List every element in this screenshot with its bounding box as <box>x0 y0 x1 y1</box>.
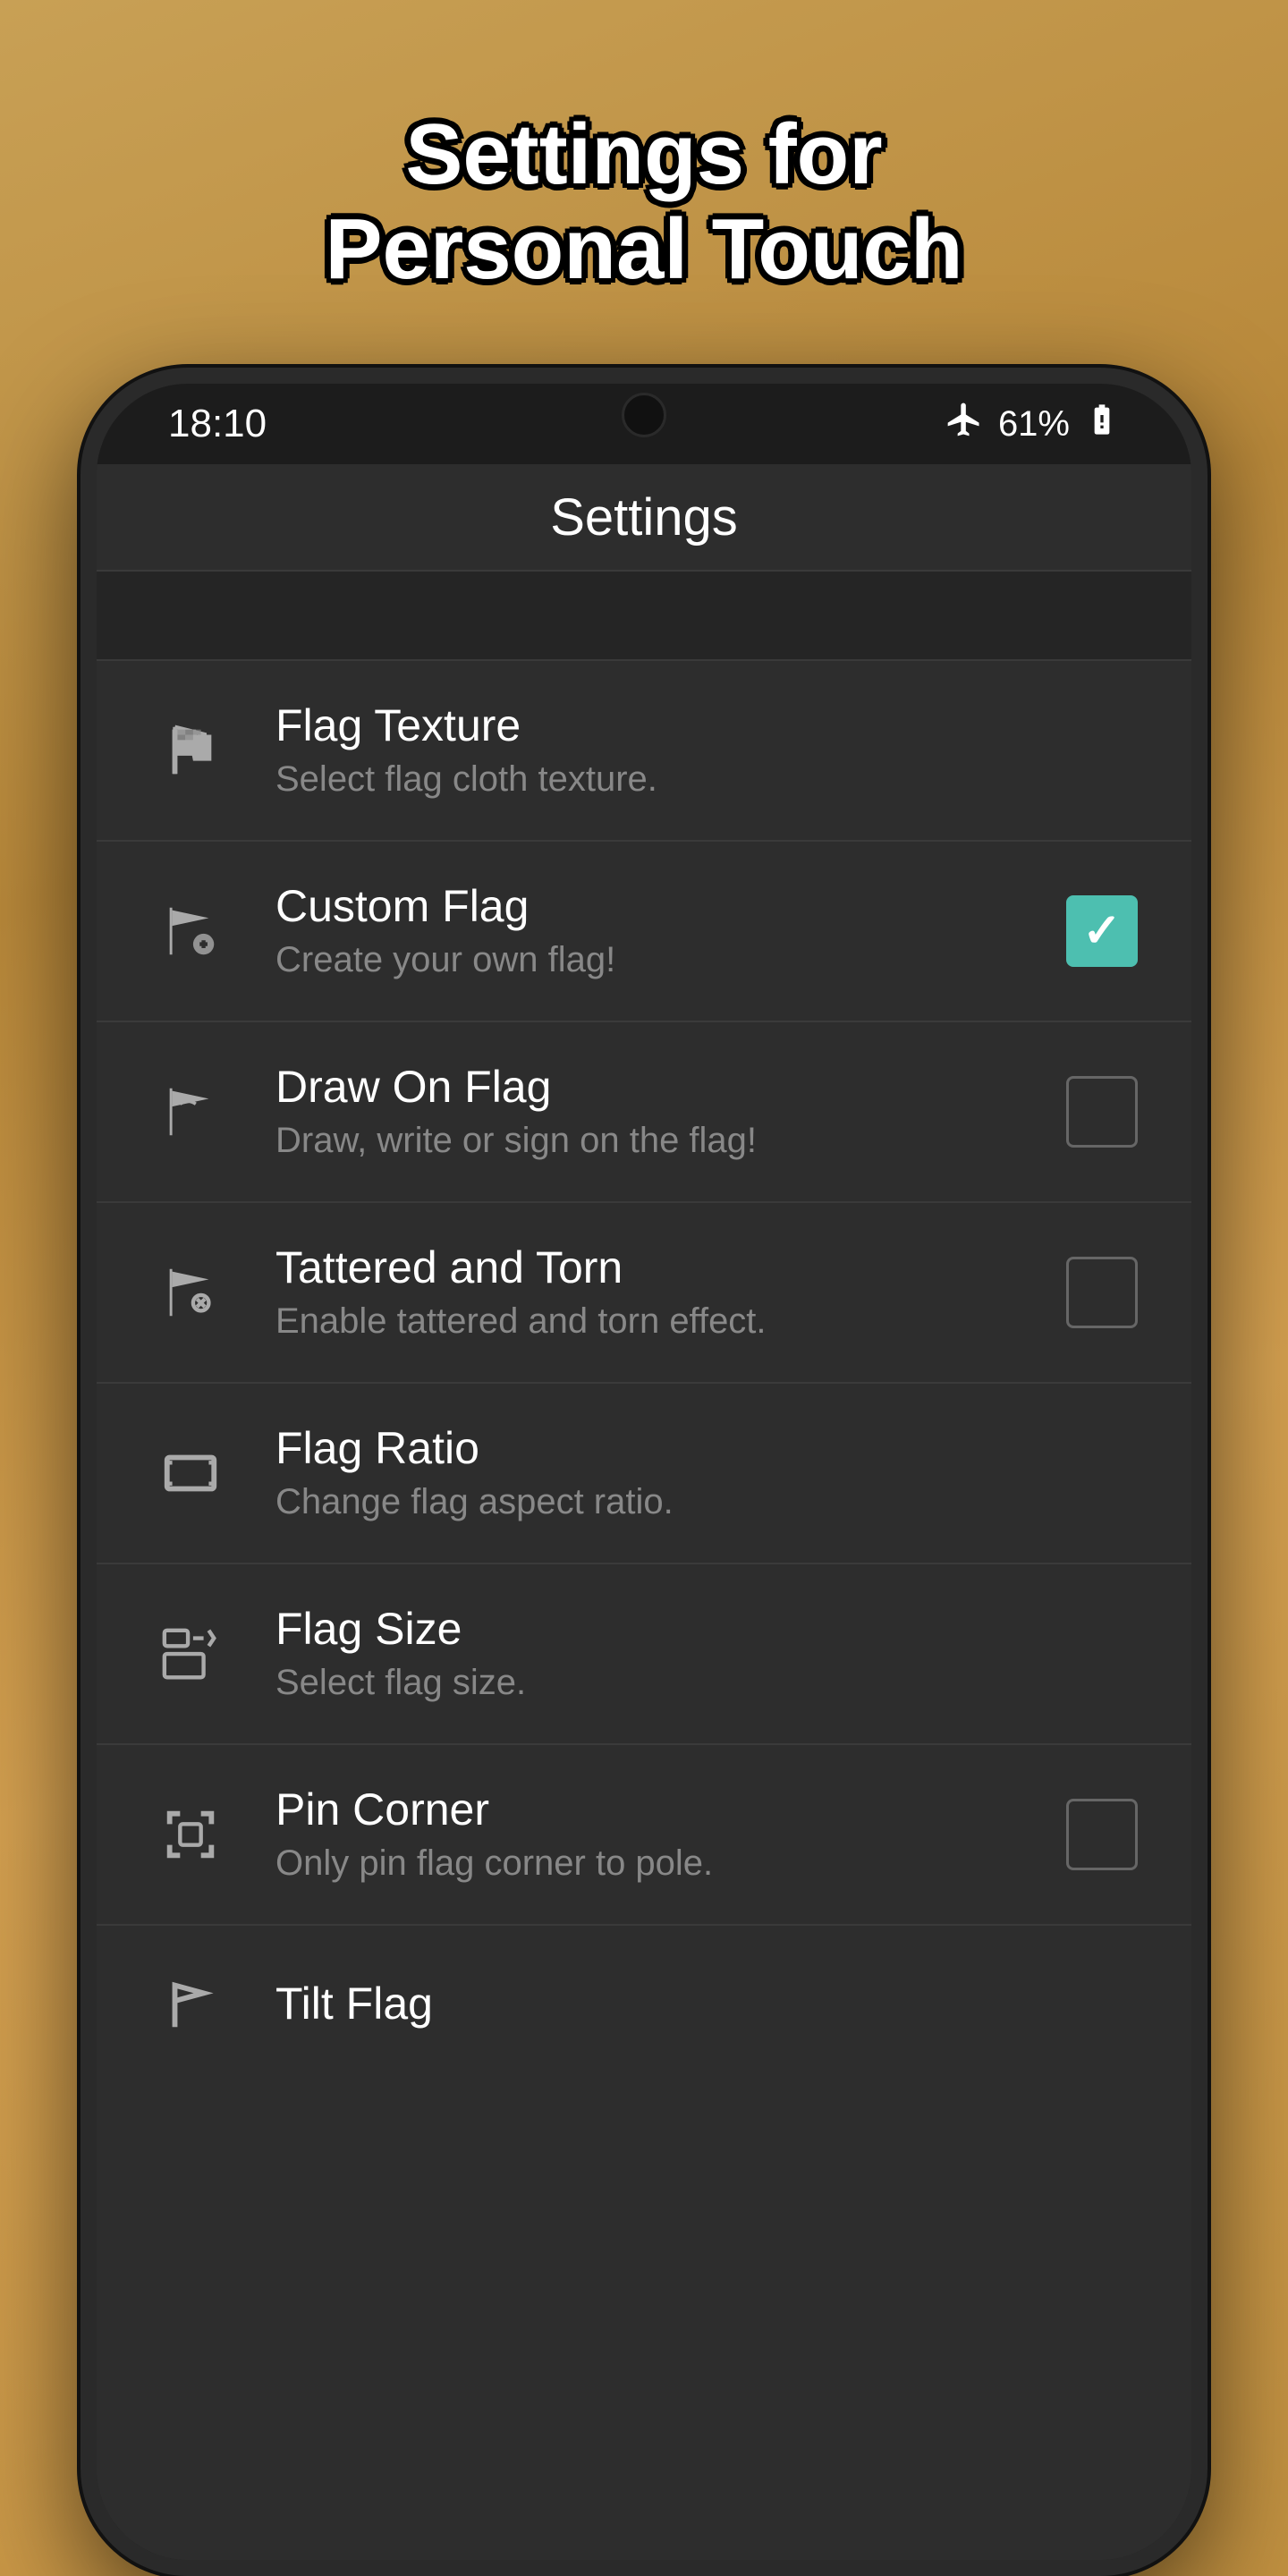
custom-flag-subtitle: Create your own flag! <box>275 936 1030 983</box>
flag-ratio-subtitle: Change flag aspect ratio. <box>275 1479 1138 1525</box>
status-right: 61% <box>945 400 1120 448</box>
custom-flag-checkbox[interactable] <box>1066 895 1138 967</box>
pin-corner-title: Pin Corner <box>275 1783 1030 1836</box>
battery-icon <box>1084 402 1120 446</box>
flag-ratio-text: Flag Ratio Change flag aspect ratio. <box>275 1421 1138 1525</box>
custom-flag-icon <box>150 891 231 971</box>
draw-on-flag-title: Draw On Flag <box>275 1060 1030 1114</box>
tilt-flag-icon <box>150 1963 231 2044</box>
pin-corner-subtitle: Only pin flag corner to pole. <box>275 1840 1030 1886</box>
flag-ratio-title: Flag Ratio <box>275 1421 1138 1475</box>
settings-item-custom-flag[interactable]: Custom Flag Create your own flag! <box>97 842 1191 1022</box>
flag-texture-title: Flag Texture <box>275 699 1138 752</box>
phone-frame: 18:10 61% Settings <box>80 368 1208 2576</box>
tattered-flag-icon <box>150 1252 231 1333</box>
settings-item-tilt-flag[interactable]: Tilt Flag <box>97 1926 1191 2081</box>
settings-section-spacer <box>97 572 1191 661</box>
flag-size-subtitle: Select flag size. <box>275 1659 1138 1706</box>
flag-texture-text: Flag Texture Select flag cloth texture. <box>275 699 1138 802</box>
draw-on-flag-subtitle: Draw, write or sign on the flag! <box>275 1117 1030 1164</box>
flag-size-title: Flag Size <box>275 1602 1138 1656</box>
app-bar: Settings <box>97 464 1191 572</box>
pin-corner-icon <box>150 1794 231 1875</box>
pin-corner-text: Pin Corner Only pin flag corner to pole. <box>275 1783 1030 1886</box>
headline-text: Settings for Personal Touch <box>253 107 1034 296</box>
flag-size-text: Flag Size Select flag size. <box>275 1602 1138 1706</box>
draw-flag-icon <box>150 1072 231 1152</box>
page-headline: Settings for Personal Touch <box>182 54 1106 296</box>
settings-item-flag-texture[interactable]: Flag Texture Select flag cloth texture. <box>97 661 1191 842</box>
settings-item-draw-on-flag[interactable]: Draw On Flag Draw, write or sign on the … <box>97 1022 1191 1203</box>
tattered-text: Tattered and Torn Enable tattered and to… <box>275 1241 1030 1344</box>
draw-on-flag-checkbox[interactable] <box>1066 1076 1138 1148</box>
draw-on-flag-text: Draw On Flag Draw, write or sign on the … <box>275 1060 1030 1164</box>
tattered-checkbox[interactable] <box>1066 1257 1138 1328</box>
tattered-subtitle: Enable tattered and torn effect. <box>275 1298 1030 1344</box>
app-bar-title: Settings <box>550 487 738 547</box>
settings-item-pin-corner[interactable]: Pin Corner Only pin flag corner to pole. <box>97 1745 1191 1926</box>
airplane-icon <box>945 400 984 448</box>
custom-flag-title: Custom Flag <box>275 879 1030 933</box>
settings-item-flag-size[interactable]: Flag Size Select flag size. <box>97 1564 1191 1745</box>
custom-flag-text: Custom Flag Create your own flag! <box>275 879 1030 983</box>
flag-size-icon <box>150 1614 231 1694</box>
flag-texture-subtitle: Select flag cloth texture. <box>275 756 1138 802</box>
flag-texture-icon <box>150 710 231 791</box>
settings-item-tattered[interactable]: Tattered and Torn Enable tattered and to… <box>97 1203 1191 1384</box>
settings-list: Flag Texture Select flag cloth texture. … <box>97 572 1191 2560</box>
settings-item-flag-ratio[interactable]: Flag Ratio Change flag aspect ratio. <box>97 1384 1191 1564</box>
pin-corner-checkbox[interactable] <box>1066 1799 1138 1870</box>
tattered-title: Tattered and Torn <box>275 1241 1030 1294</box>
status-time: 18:10 <box>168 402 267 446</box>
battery-percent: 61% <box>998 404 1070 445</box>
flag-ratio-icon <box>150 1433 231 1513</box>
tilt-flag-text: Tilt Flag <box>275 1977 1138 2030</box>
tilt-flag-title: Tilt Flag <box>275 1977 1138 2030</box>
camera-notch <box>622 393 666 437</box>
